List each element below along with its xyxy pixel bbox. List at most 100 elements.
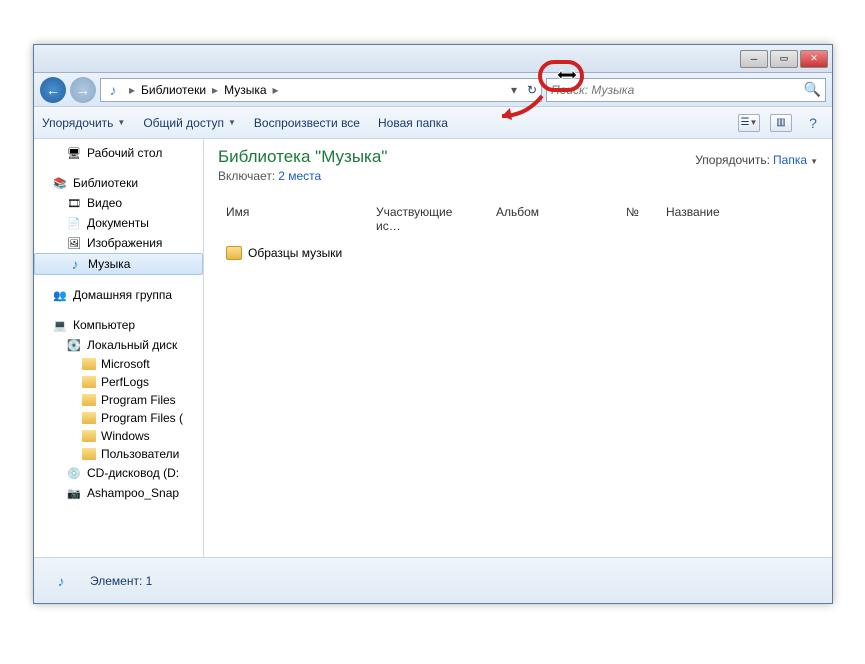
tree-video[interactable]: Видео: [34, 193, 203, 213]
music-icon: [105, 82, 121, 98]
tree-folder-users[interactable]: Пользователи: [34, 445, 203, 463]
tree-folder-perflogs[interactable]: PerfLogs: [34, 373, 203, 391]
col-title[interactable]: Название: [658, 201, 818, 237]
breadcrumb-arrow[interactable]: ▸: [208, 83, 222, 97]
tree-folder-programfiles-x86[interactable]: Program Files (: [34, 409, 203, 427]
tree-folder-programfiles[interactable]: Program Files: [34, 391, 203, 409]
command-bar: Упорядочить ▼ Общий доступ ▼ Воспроизвести…: [34, 107, 832, 139]
tree-label: Компьютер: [73, 318, 135, 332]
status-text: Элемент: 1: [90, 574, 152, 588]
minimize-button[interactable]: ─: [740, 50, 768, 68]
tree-documents[interactable]: Документы: [34, 213, 203, 233]
breadcrumb-music[interactable]: Музыка: [222, 83, 268, 97]
tree-desktop[interactable]: Рабочий стол: [34, 143, 203, 163]
library-subtitle: Включает: 2 места: [218, 169, 818, 183]
includes-locations-link[interactable]: 2 места: [278, 169, 321, 183]
tree-label: Microsoft: [101, 357, 150, 371]
col-album[interactable]: Альбом: [488, 201, 618, 237]
tree-cddrive[interactable]: CD-дисковод (D:: [34, 463, 203, 483]
tree-label: Program Files (: [101, 411, 183, 425]
tree-label: Ashampoo_Snap: [87, 486, 179, 500]
tree-music[interactable]: Музыка: [34, 253, 203, 275]
tree-label: Рабочий стол: [87, 146, 162, 160]
images-icon: [66, 235, 82, 251]
maximize-button[interactable]: ▭: [770, 50, 798, 68]
music-icon: [42, 562, 80, 600]
address-bar[interactable]: ▸ Библиотеки ▸ Музыка ▸ ▾ ↻: [100, 78, 542, 102]
tree-label: Библиотеки: [73, 176, 138, 190]
libraries-icon: [52, 175, 68, 191]
col-number[interactable]: №: [618, 201, 658, 237]
share-label: Общий доступ: [143, 116, 224, 130]
view-options-button[interactable]: ☰ ▼: [738, 114, 760, 132]
chevron-down-icon: ▼: [810, 157, 818, 166]
col-name[interactable]: Имя: [218, 201, 368, 237]
forward-button[interactable]: →: [70, 77, 96, 103]
app-icon: [66, 485, 82, 501]
arrange-value: Папка: [773, 153, 807, 167]
search-icon[interactable]: 🔍: [804, 81, 821, 98]
breadcrumb-libraries[interactable]: Библиотеки: [139, 83, 208, 97]
tree-label: Пользователи: [101, 447, 179, 461]
breadcrumb-arrow[interactable]: ▸: [269, 83, 283, 97]
tree-localdisk[interactable]: Локальный диск: [34, 335, 203, 355]
tree-label: Видео: [87, 196, 122, 210]
music-icon: [67, 256, 83, 272]
tree-label: CD-дисковод (D:: [87, 466, 179, 480]
tree-homegroup[interactable]: Домашняя группа: [34, 285, 203, 305]
address-dropdown-icon[interactable]: ▾: [511, 83, 517, 97]
organize-label: Упорядочить: [42, 116, 113, 130]
help-button[interactable]: ?: [802, 114, 824, 132]
tree-images[interactable]: Изображения: [34, 233, 203, 253]
chevron-down-icon: ▼: [228, 118, 236, 127]
arrange-by[interactable]: Упорядочить: Папка ▼: [695, 153, 818, 167]
new-folder-label: Новая папка: [378, 116, 448, 130]
tree-folder-windows[interactable]: Windows: [34, 427, 203, 445]
video-icon: [66, 195, 82, 211]
folder-icon: [226, 246, 242, 260]
tree-folder-microsoft[interactable]: Microsoft: [34, 355, 203, 373]
folder-icon: [82, 394, 96, 406]
computer-icon: [52, 317, 68, 333]
tree-label: Windows: [101, 429, 150, 443]
search-box[interactable]: 🔍: [546, 78, 826, 102]
tree-computer[interactable]: Компьютер: [34, 315, 203, 335]
tree-label: Музыка: [88, 257, 130, 271]
search-input[interactable]: [551, 83, 804, 97]
disk-icon: [66, 337, 82, 353]
item-name: Образцы музыки: [248, 246, 342, 260]
preview-pane-button[interactable]: ▥: [770, 114, 792, 132]
col-artists[interactable]: Участвующие ис…: [368, 201, 488, 237]
close-button[interactable]: ✕: [800, 50, 828, 68]
explorer-window: ─ ▭ ✕ ← → ▸ Библиотеки ▸ Музыка ▸ ▾ ↻ 🔍 …: [33, 44, 833, 604]
arrange-label: Упорядочить:: [695, 153, 770, 167]
list-item[interactable]: Образцы музыки: [218, 242, 818, 264]
organize-menu[interactable]: Упорядочить ▼: [42, 116, 125, 130]
play-all-label: Воспроизвести все: [254, 116, 360, 130]
cd-icon: [66, 465, 82, 481]
play-all-button[interactable]: Воспроизвести все: [254, 116, 360, 130]
folder-icon: [82, 412, 96, 424]
breadcrumb-arrow[interactable]: ▸: [125, 83, 139, 97]
refresh-icon[interactable]: ↻: [527, 83, 537, 97]
tree-label: Домашняя группа: [73, 288, 172, 302]
chevron-down-icon: ▼: [117, 118, 125, 127]
desktop-icon: [66, 145, 82, 161]
explorer-body: Рабочий стол Библиотеки Видео Документы …: [34, 139, 832, 557]
folder-icon: [82, 358, 96, 370]
back-button[interactable]: ←: [40, 77, 66, 103]
tree-libraries[interactable]: Библиотеки: [34, 173, 203, 193]
tree-label: Изображения: [87, 236, 162, 250]
nav-bar: ← → ▸ Библиотеки ▸ Музыка ▸ ▾ ↻ 🔍: [34, 73, 832, 107]
tree-label: Program Files: [101, 393, 176, 407]
new-folder-button[interactable]: Новая папка: [378, 116, 448, 130]
folder-icon: [82, 430, 96, 442]
includes-label: Включает:: [218, 169, 275, 183]
tree-label: PerfLogs: [101, 375, 149, 389]
share-menu[interactable]: Общий доступ ▼: [143, 116, 236, 130]
tree-ashampoo[interactable]: Ashampoo_Snap: [34, 483, 203, 503]
nav-pane: Рабочий стол Библиотеки Видео Документы …: [34, 139, 204, 557]
folder-icon: [82, 376, 96, 388]
status-bar: Элемент: 1: [34, 557, 832, 603]
tree-label: Документы: [87, 216, 149, 230]
